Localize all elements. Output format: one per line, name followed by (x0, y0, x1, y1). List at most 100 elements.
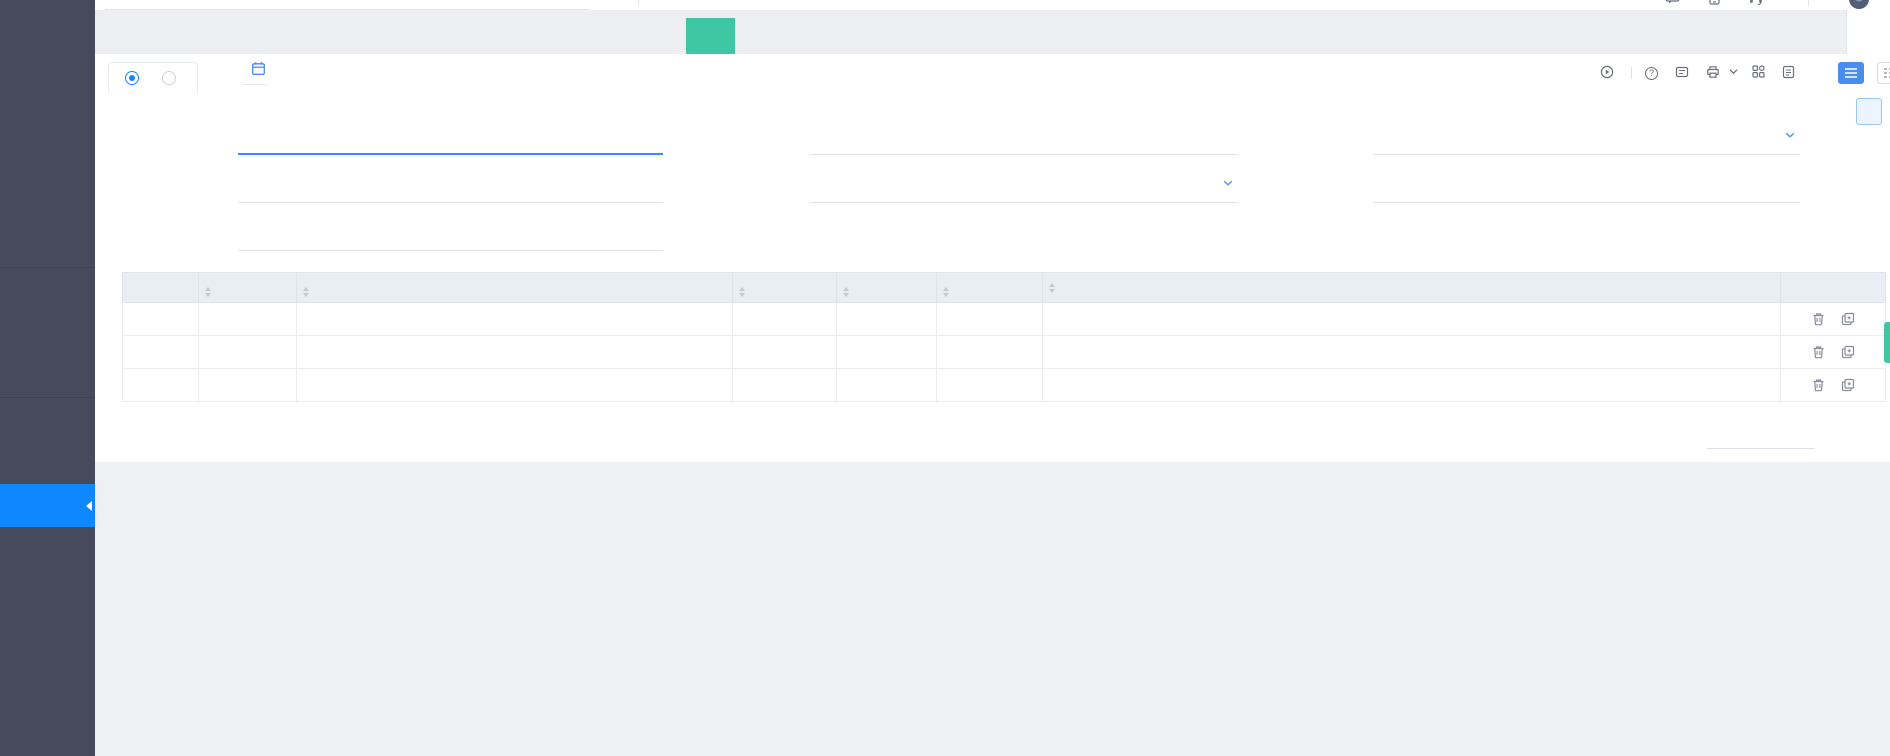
messages-link[interactable] (1665, 0, 1685, 7)
copy-add-row-button[interactable] (1841, 312, 1855, 326)
sidebar-item-retail-stats[interactable] (0, 181, 95, 224)
delete-row-button[interactable] (1812, 312, 1825, 326)
sidebar-item-fixed-assets[interactable] (0, 656, 95, 699)
user-menu[interactable] (1849, 0, 1874, 9)
cell-payment-fee[interactable] (936, 335, 1043, 369)
row-number (122, 302, 199, 336)
sidebar-item-tax-mgmt[interactable] (0, 613, 95, 656)
tab-other-inbound[interactable] (490, 18, 539, 54)
view-toggle-list[interactable] (1838, 62, 1864, 84)
cell-remark[interactable] (836, 368, 937, 402)
chevron-down-icon[interactable] (1784, 128, 1796, 146)
department-select[interactable] (810, 180, 1238, 195)
tab-retail-settlement-history[interactable] (343, 18, 392, 54)
cell-remark[interactable] (836, 302, 937, 336)
tab-material-outbound[interactable] (539, 18, 588, 54)
sidebar-item-wholesale-marketing[interactable] (0, 311, 95, 354)
sort-icon[interactable] (205, 286, 211, 297)
view-toggle-form[interactable] (1877, 62, 1890, 84)
tab-stocktake[interactable] (637, 18, 686, 54)
help-button[interactable]: ? (1645, 66, 1662, 80)
sidebar-item-sales-mgmt[interactable] (0, 354, 95, 397)
shortcut-keys-button[interactable] (1675, 65, 1693, 82)
copy-add-row-button[interactable] (1841, 345, 1855, 359)
cell-settlement-method[interactable] (198, 302, 297, 336)
account-selector[interactable] (105, 0, 590, 10)
sort-icon[interactable] (739, 286, 745, 297)
col-receipt-account[interactable] (296, 272, 733, 303)
partner-input[interactable] (238, 132, 663, 146)
sidebar-item-general-ledger[interactable] (0, 527, 95, 570)
biztype-select[interactable] (1373, 132, 1800, 147)
cell-remark[interactable] (836, 335, 937, 369)
sort-icon[interactable] (1049, 282, 1055, 293)
side-panel-handle[interactable] (1884, 322, 1890, 363)
cell-receipt-amount[interactable] (732, 368, 837, 402)
col-receipt-amount[interactable] (732, 272, 837, 303)
tab-finished-goods-inbound[interactable] (441, 18, 490, 54)
cell-customer-bears-fee[interactable] (1042, 302, 1781, 336)
cell-settlement-method[interactable] (198, 368, 297, 402)
message-icon (1665, 0, 1680, 7)
operations-button[interactable] (1752, 65, 1769, 81)
tab-transfer-order[interactable] (147, 18, 196, 54)
cell-payment-fee[interactable] (936, 368, 1043, 402)
cell-receipt-amount[interactable] (732, 335, 837, 369)
sidebar-item-smart-store[interactable] (0, 20, 95, 52)
sort-icon[interactable] (943, 286, 949, 297)
tab-goods-request[interactable] (588, 18, 637, 54)
delete-row-button[interactable] (1812, 345, 1825, 359)
cell-receipt-account[interactable] (296, 335, 733, 369)
chevron-down-icon[interactable] (1222, 176, 1234, 194)
radio-refund[interactable] (162, 71, 181, 85)
col-payment-fee[interactable] (936, 272, 1043, 303)
sort-icon[interactable] (303, 286, 309, 297)
tab-sales-order[interactable] (392, 18, 441, 54)
salesman-input[interactable] (238, 180, 663, 195)
close-all-tabs-button[interactable] (1846, 10, 1890, 54)
remark-input[interactable] (238, 228, 663, 243)
cell-customer-bears-fee[interactable] (1042, 335, 1781, 369)
cell-settlement-method[interactable] (198, 335, 297, 369)
tab-receipt-voucher[interactable] (686, 18, 735, 54)
store-input[interactable] (810, 132, 1238, 147)
cell-receipt-account[interactable] (296, 368, 733, 402)
cell-receipt-account[interactable] (296, 302, 733, 336)
sidebar-item-funds-mgmt[interactable] (0, 484, 95, 527)
delete-row-button[interactable] (1812, 378, 1825, 392)
tab-store-archives[interactable] (245, 18, 294, 54)
sidebar-item-inventory-accounting[interactable] (0, 441, 95, 484)
sidebar-item-payroll[interactable] (0, 699, 95, 742)
radio-receipt[interactable] (125, 71, 144, 85)
col-customer-bears-fee[interactable] (1042, 272, 1781, 303)
cell-customer-bears-fee[interactable] (1042, 368, 1781, 402)
cell-receipt-amount[interactable] (732, 302, 837, 336)
app-download-link[interactable] (1709, 0, 1725, 8)
sidebar-item-retail-mall[interactable] (0, 52, 95, 95)
calendar-icon[interactable] (251, 61, 266, 81)
sort-icon[interactable] (843, 286, 849, 297)
tab-home[interactable] (107, 18, 147, 54)
online-service-link[interactable] (1749, 0, 1768, 8)
sidebar-item-purchase-mgmt[interactable] (0, 398, 95, 441)
settings-button[interactable] (1856, 98, 1882, 125)
voucher-type-switch (108, 62, 198, 93)
cell-payment-fee[interactable] (936, 302, 1043, 336)
col-settlement-method[interactable] (198, 272, 297, 303)
sidebar-item-wholesale[interactable] (0, 268, 95, 311)
col-remark[interactable] (836, 272, 937, 303)
history-docs-button[interactable] (1782, 65, 1799, 82)
video-button[interactable] (1600, 65, 1618, 82)
doc-date-field[interactable] (242, 61, 268, 85)
print-button[interactable] (1706, 65, 1739, 82)
sidebar-item-basic-info[interactable] (0, 224, 95, 267)
copy-add-row-button[interactable] (1841, 378, 1855, 392)
tab-retail-data-center[interactable] (196, 18, 245, 54)
sidebar-item-marketing-promo[interactable] (0, 95, 95, 138)
tab-member-info[interactable] (294, 18, 343, 54)
chevron-down-icon[interactable] (1728, 66, 1739, 80)
summary-input[interactable] (1373, 180, 1800, 195)
sidebar-item-invoice-mgmt[interactable] (0, 570, 95, 613)
sidebar-item-member-center[interactable] (0, 138, 95, 181)
cash-discount-input[interactable] (1707, 427, 1815, 449)
